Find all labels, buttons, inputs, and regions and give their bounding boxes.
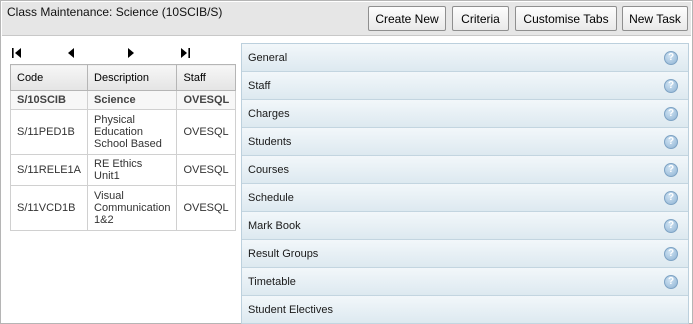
new-task-button[interactable]: New Task [622,6,688,31]
accordion-label: Courses [248,163,289,176]
cell-staff: OVESQL [176,154,237,186]
accordion-label: Student Electives [248,303,333,316]
help-icon[interactable]: ? [664,107,678,121]
help-icon[interactable]: ? [664,191,678,205]
customise-tabs-button[interactable]: Customise Tabs [515,6,617,31]
next-page-icon[interactable] [125,47,137,59]
accordion-item-students[interactable]: Students ? [242,128,688,156]
help-icon[interactable]: ? [664,135,678,149]
table-row[interactable]: S/11PED1B Physical Education School Base… [9,109,237,155]
help-icon[interactable]: ? [664,79,678,93]
cell-code: S/11PED1B [9,109,89,155]
accordion-item-general[interactable]: General ? [242,44,688,72]
accordion-label: Result Groups [248,247,319,260]
table-row[interactable]: S/11VCD1B Visual Communication 1&2 OVESQ… [9,185,237,231]
table-row[interactable]: S/10SCIB Science OVESQL [9,90,237,110]
previous-page-icon[interactable] [66,47,78,59]
accordion-item-result-groups[interactable]: Result Groups ? [242,240,688,268]
help-icon[interactable]: ? [664,275,678,289]
column-header-description[interactable]: Description [87,64,178,91]
accordion-label: Mark Book [248,219,301,232]
cell-description: Science [87,90,178,110]
accordion-label: Schedule [248,191,294,204]
accordion-item-charges[interactable]: Charges ? [242,100,688,128]
window: Class Maintenance: Science (10SCIB/S) Cr… [0,0,693,324]
accordion-item-student-electives[interactable]: Student Electives [242,296,688,324]
column-header-code[interactable]: Code [9,64,89,91]
cell-code: S/11VCD1B [9,185,89,231]
last-page-icon[interactable] [179,47,191,59]
detail-accordion: General ? Staff ? Charges ? Students ? C… [241,43,689,324]
help-icon[interactable]: ? [664,163,678,177]
create-new-button[interactable]: Create New [368,6,446,31]
header-bar: Class Maintenance: Science (10SCIB/S) Cr… [2,2,691,36]
accordion-label: General [248,51,288,64]
cell-staff: OVESQL [176,109,237,155]
cell-description: Physical Education School Based [87,109,178,155]
accordion-item-mark-book[interactable]: Mark Book ? [242,212,688,240]
accordion-label: Staff [248,79,271,92]
criteria-button[interactable]: Criteria [452,6,509,31]
cell-description: Visual Communication 1&2 [87,185,178,231]
help-icon[interactable]: ? [664,51,678,65]
column-header-staff[interactable]: Staff [176,64,237,91]
cell-staff: OVESQL [176,90,237,110]
accordion-item-courses[interactable]: Courses ? [242,156,688,184]
help-icon[interactable]: ? [664,219,678,233]
page-title: Class Maintenance: Science (10SCIB/S) [7,5,223,19]
first-page-icon[interactable] [11,47,23,59]
accordion-item-schedule[interactable]: Schedule ? [242,184,688,212]
cell-description: RE Ethics Unit1 [87,154,178,186]
cell-code: S/10SCIB [9,90,89,110]
help-icon[interactable]: ? [664,247,678,261]
accordion-label: Timetable [248,275,296,288]
accordion-item-staff[interactable]: Staff ? [242,72,688,100]
table-row[interactable]: S/11RELE1A RE Ethics Unit1 OVESQL [9,154,237,186]
table-header-row: Code Description Staff [9,64,237,91]
accordion-label: Students [248,135,292,148]
class-list-table: Code Description Staff S/10SCIB Science … [9,64,237,231]
accordion-label: Charges [248,107,290,120]
accordion-item-timetable[interactable]: Timetable ? [242,268,688,296]
cell-staff: OVESQL [176,185,237,231]
cell-code: S/11RELE1A [9,154,89,186]
